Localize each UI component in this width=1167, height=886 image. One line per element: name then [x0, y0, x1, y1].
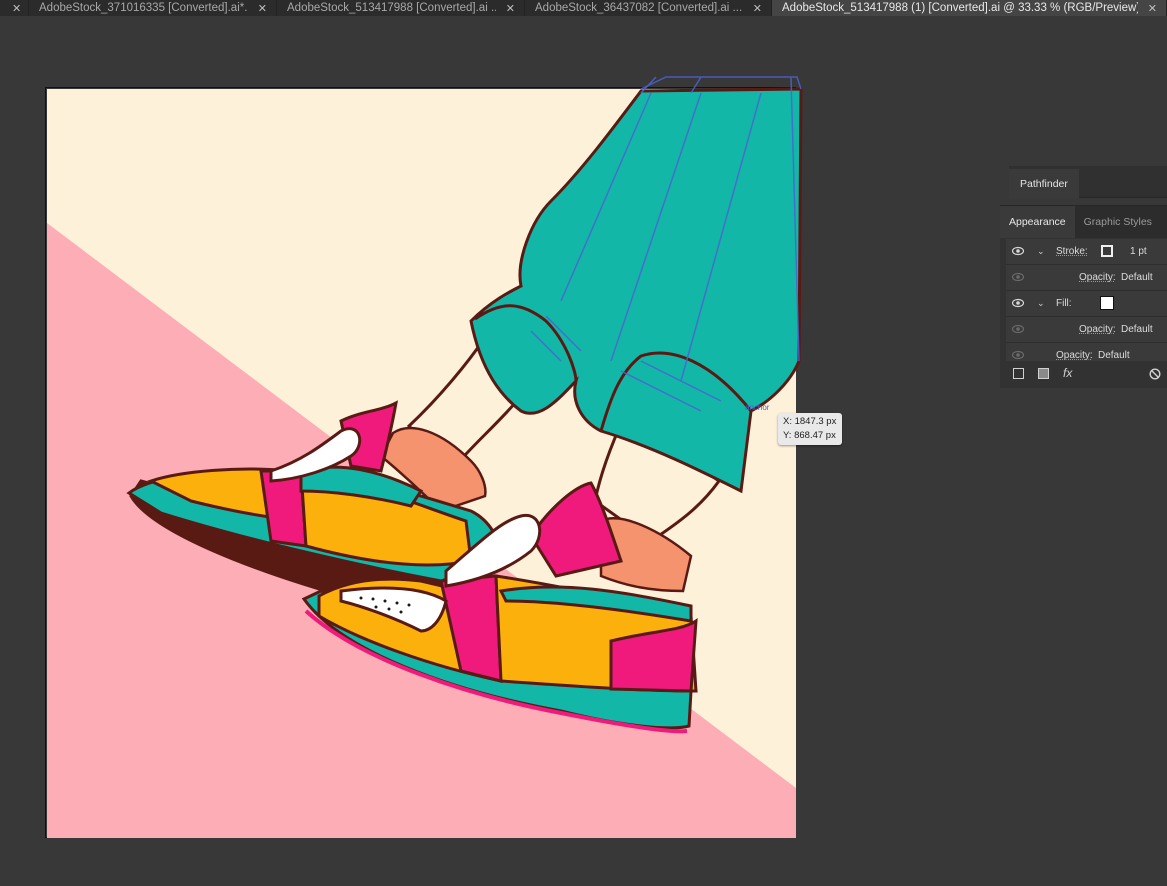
sneaker-illustration[interactable]: anchor — [1, 1, 1167, 886]
add-new-fill-icon[interactable] — [1038, 368, 1049, 379]
appearance-panel-footer: fx — [1000, 361, 1167, 387]
cursor-x-readout: X: 1847.3 px — [783, 416, 837, 427]
cursor-coordinate-tooltip: X: 1847.3 px Y: 868.47 px — [778, 413, 842, 445]
opacity-value: Default — [1098, 350, 1130, 361]
opacity-value: Default — [1121, 272, 1153, 283]
fill-row[interactable]: ⌄ Fill: — [1006, 291, 1167, 317]
stroke-opacity-row[interactable]: Opacity: Default — [1006, 265, 1167, 291]
appearance-panel-tabs: Appearance Graphic Styles — [1000, 206, 1167, 238]
add-new-effect-icon[interactable]: fx — [1063, 366, 1072, 380]
stroke-swatch[interactable] — [1101, 245, 1113, 257]
visibility-eye-icon[interactable] — [1012, 324, 1024, 334]
stroke-row[interactable]: ⌄ Stroke: 1 pt — [1006, 239, 1167, 265]
clear-appearance-icon[interactable] — [1149, 368, 1161, 380]
artboard[interactable]: anchor — [45, 76, 803, 838]
chevron-down-icon[interactable]: ⌄ — [1037, 246, 1045, 257]
fill-opacity-row[interactable]: Opacity: Default — [1006, 317, 1167, 343]
cursor-y-readout: Y: 868.47 px — [783, 430, 836, 441]
appearance-list: ⌄ Stroke: 1 pt Opacity: Default ⌄ Fill: — [1006, 239, 1167, 368]
fill-swatch[interactable] — [1100, 296, 1114, 310]
chevron-down-icon[interactable]: ⌄ — [1037, 298, 1045, 309]
opacity-label[interactable]: Opacity: — [1079, 324, 1116, 335]
add-new-stroke-icon[interactable] — [1013, 368, 1024, 379]
visibility-eye-icon[interactable] — [1012, 272, 1024, 282]
pathfinder-panel: Pathfinder — [1009, 166, 1167, 198]
tab-graphic-styles[interactable]: Graphic Styles — [1075, 206, 1161, 238]
opacity-value: Default — [1121, 324, 1153, 335]
fill-label[interactable]: Fill: — [1056, 298, 1072, 309]
visibility-eye-icon[interactable] — [1012, 246, 1024, 256]
opacity-label[interactable]: Opacity: — [1056, 350, 1093, 361]
anchor-hint: anchor — [745, 403, 770, 412]
stroke-weight[interactable]: 1 pt — [1130, 246, 1147, 257]
stroke-label[interactable]: Stroke: — [1056, 246, 1088, 257]
appearance-panel: Appearance Graphic Styles ⌄ Stroke: 1 pt… — [1000, 205, 1167, 388]
opacity-label[interactable]: Opacity: — [1079, 272, 1116, 283]
visibility-eye-icon[interactable] — [1012, 298, 1024, 308]
tab-pathfinder[interactable]: Pathfinder — [1009, 169, 1079, 198]
visibility-eye-icon[interactable] — [1012, 350, 1024, 360]
tab-appearance[interactable]: Appearance — [1000, 206, 1075, 238]
